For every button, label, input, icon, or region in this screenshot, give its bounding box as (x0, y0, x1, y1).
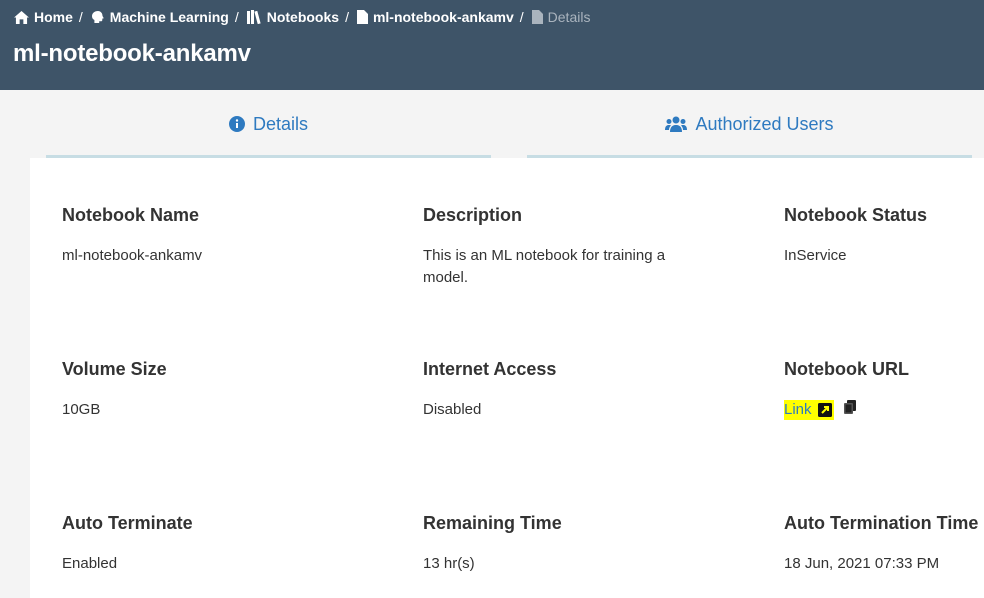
breadcrumb-separator: / (345, 9, 349, 25)
breadcrumb-label: Details (547, 9, 591, 25)
file-icon (531, 10, 543, 24)
notebook-url-field: Notebook URL Link (784, 359, 909, 421)
remaining-time-label: Remaining Time (423, 513, 562, 533)
notebook-status-value: InService (784, 247, 847, 264)
tab-details[interactable]: Details (46, 90, 491, 158)
breadcrumb-separator: / (234, 9, 239, 25)
auto-terminate-value: Enabled (62, 555, 118, 572)
remaining-time-value: 13 hr(s) (423, 555, 475, 572)
tab-authorized-users[interactable]: Authorized Users (527, 90, 972, 158)
breadcrumb-notebook[interactable]: ml-notebook-ankamv (356, 9, 514, 25)
auto-terminate-label: Auto Terminate (62, 513, 193, 533)
notebook-status-field: Notebook Status InService (784, 205, 927, 267)
description-label: Description (423, 205, 523, 225)
internet-access-field: Internet Access Disabled (423, 359, 556, 421)
description-value: This is an ML notebook for training a mo… (423, 247, 666, 286)
copy-icon[interactable] (843, 400, 856, 414)
books-icon (246, 10, 261, 24)
file-icon (356, 10, 368, 24)
internet-access-value: Disabled (423, 401, 482, 418)
breadcrumb-separator: / (78, 9, 83, 25)
details-card: Notebook Name ml-notebook-ankamv Descrip… (30, 158, 984, 598)
tab-bar: Details Authorized Users (0, 90, 984, 158)
brain-icon (91, 11, 104, 23)
notebook-url-label: Notebook URL (784, 359, 909, 379)
breadcrumb-label: Machine Learning (109, 9, 229, 25)
breadcrumb-separator: / (519, 9, 524, 25)
tab-label: Authorized Users (695, 113, 834, 134)
notebook-url-link[interactable]: Link (784, 399, 812, 421)
remaining-time-field: Remaining Time 13 hr(s) (423, 513, 562, 575)
breadcrumb-machine-learning[interactable]: Machine Learning (91, 9, 229, 25)
volume-size-field: Volume Size 10GB (62, 359, 167, 421)
volume-size-value: 10GB (62, 401, 101, 418)
breadcrumb-label: Notebooks (266, 9, 340, 25)
notebook-name-value: ml-notebook-ankamv (62, 247, 203, 264)
breadcrumb: Home / Machine Learning / Notebooks / ml… (14, 8, 590, 26)
external-link-icon[interactable] (817, 403, 832, 417)
breadcrumb-label: ml-notebook-ankamv (372, 9, 514, 25)
auto-termination-time-label: Auto Termination Time (784, 513, 979, 533)
tab-label: Details (252, 113, 309, 134)
volume-size-label: Volume Size (62, 359, 167, 379)
auto-terminate-field: Auto Terminate Enabled (62, 513, 193, 575)
page-header: Home / Machine Learning / Notebooks / ml… (0, 0, 984, 90)
page-title: ml-notebook-ankamv (13, 40, 251, 67)
internet-access-label: Internet Access (423, 359, 557, 379)
info-circle-icon (228, 116, 245, 132)
breadcrumb-label: Home (34, 9, 73, 25)
notebook-url-value: Link (784, 399, 909, 421)
auto-termination-time-value: 18 Jun, 2021 07:33 PM (784, 555, 940, 572)
notebook-name-field: Notebook Name ml-notebook-ankamv (62, 205, 202, 267)
breadcrumb-details: Details (531, 9, 591, 25)
notebook-url-link-highlight: Link (784, 400, 834, 420)
home-icon (14, 10, 29, 24)
auto-termination-time-field: Auto Termination Time 18 Jun, 2021 07:33… (784, 513, 978, 575)
notebook-name-label: Notebook Name (62, 205, 200, 225)
description-field: Description This is an ML notebook for t… (423, 205, 693, 289)
notebook-status-label: Notebook Status (784, 205, 928, 225)
users-icon (665, 116, 688, 132)
breadcrumb-notebooks[interactable]: Notebooks (246, 9, 340, 25)
breadcrumb-home[interactable]: Home (14, 9, 73, 25)
